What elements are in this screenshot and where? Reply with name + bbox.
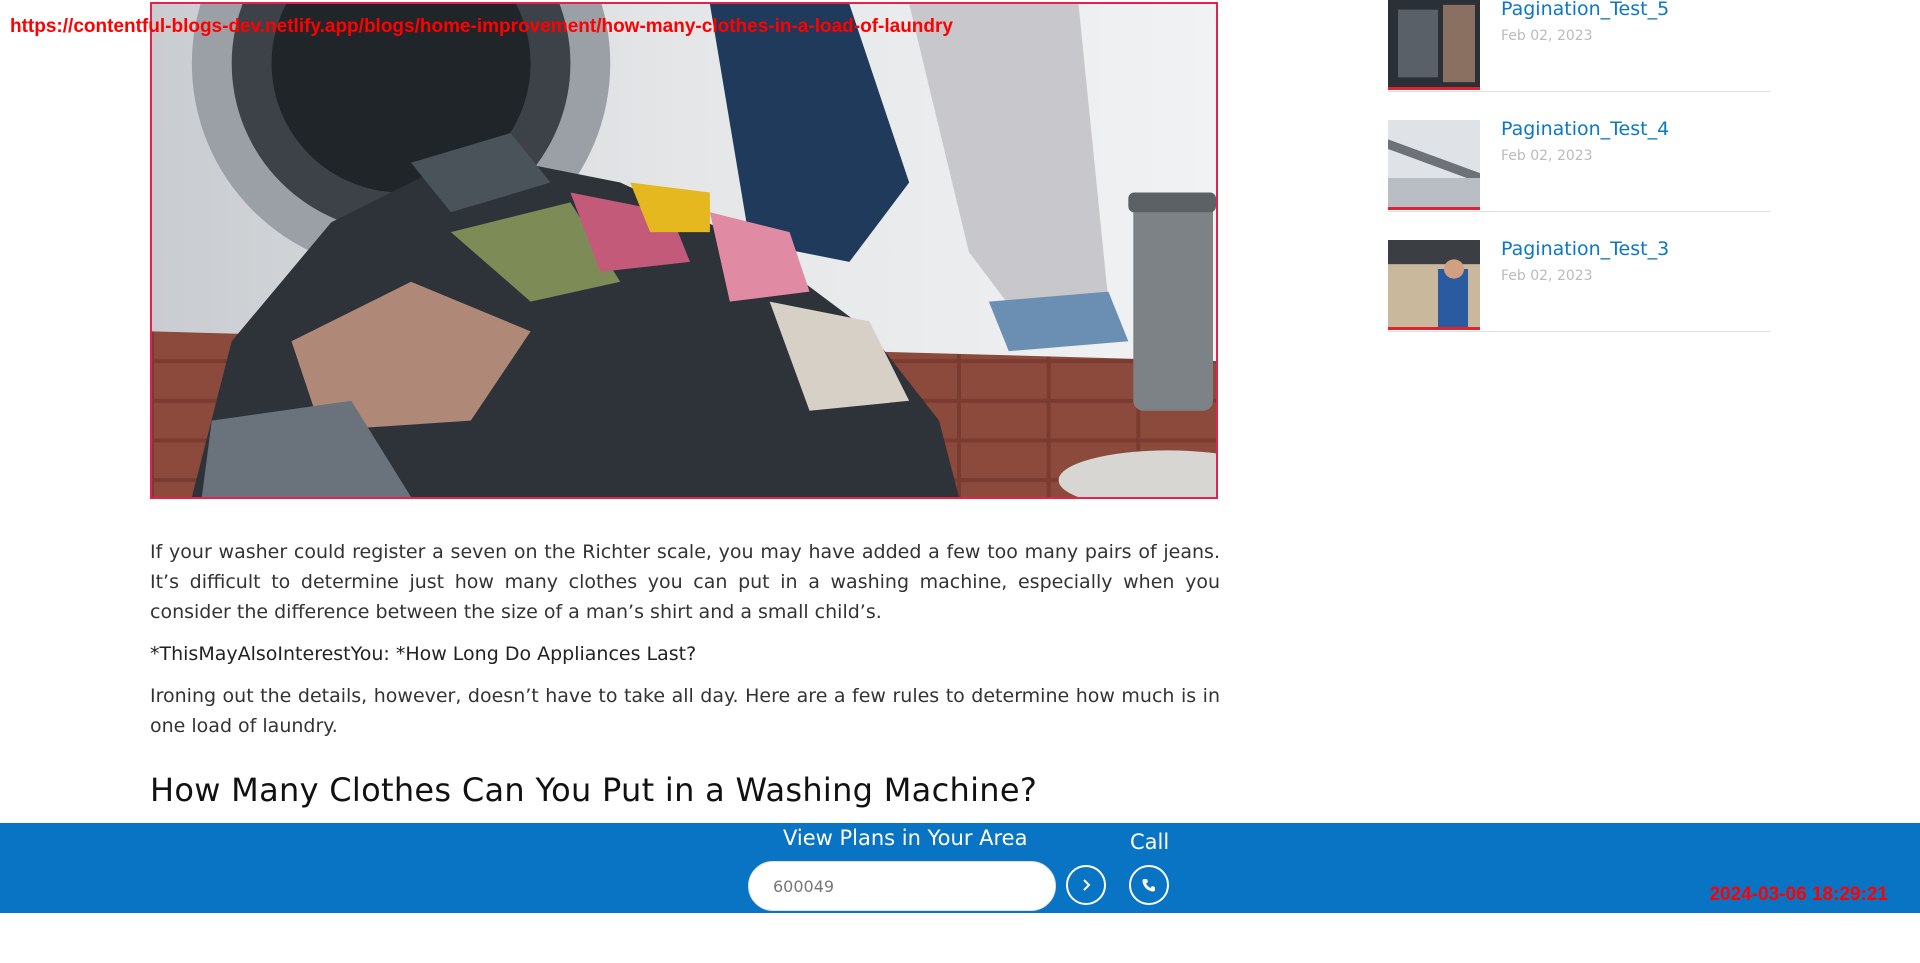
related-posts-sidebar: Pagination_Test_5 Feb 02, 2023 Paginatio… <box>1388 0 1770 332</box>
zip-code-input[interactable] <box>748 861 1056 911</box>
related-post-item[interactable]: Pagination_Test_4 Feb 02, 2023 <box>1388 92 1770 212</box>
post-thumbnail[interactable] <box>1388 0 1480 90</box>
hero-image <box>150 2 1218 499</box>
related-post-item[interactable]: Pagination_Test_3 Feb 02, 2023 <box>1388 212 1770 332</box>
post-date: Feb 02, 2023 <box>1501 268 1593 284</box>
article-body: If your washer could register a seven on… <box>150 537 1220 809</box>
post-title[interactable]: Pagination_Test_4 <box>1501 118 1669 140</box>
post-thumbnail[interactable] <box>1388 120 1480 210</box>
phone-icon <box>1142 879 1155 892</box>
article-paragraph-1: If your washer could register a seven on… <box>150 541 1220 623</box>
call-button[interactable] <box>1129 865 1169 905</box>
laundry-photo <box>152 4 1216 497</box>
post-title[interactable]: Pagination_Test_5 <box>1501 0 1669 20</box>
article-paragraph-2: Ironing out the details, however, doesn’… <box>150 685 1220 737</box>
post-thumbnail[interactable] <box>1388 240 1480 330</box>
call-label: Call <box>1130 830 1170 854</box>
search-plans-button[interactable] <box>1066 865 1106 905</box>
plans-bar: View Plans in Your Area Call <box>0 823 1920 913</box>
post-date: Feb 02, 2023 <box>1501 28 1593 44</box>
chevron-right-icon <box>1083 879 1091 891</box>
interest-link[interactable]: *ThisMayAlsoInterestYou: *How Long Do Ap… <box>150 639 1220 669</box>
related-post-item[interactable]: Pagination_Test_5 Feb 02, 2023 <box>1388 0 1770 92</box>
plans-heading: View Plans in Your Area <box>783 826 1028 850</box>
url-overlay: https://contentful-blogs-dev.netlify.app… <box>10 16 953 37</box>
timestamp-overlay: 2024-03-06 18:29:21 <box>1709 884 1888 905</box>
post-title[interactable]: Pagination_Test_3 <box>1501 238 1669 260</box>
post-date: Feb 02, 2023 <box>1501 148 1593 164</box>
section-heading: How Many Clothes Can You Put in a Washin… <box>150 771 1038 809</box>
